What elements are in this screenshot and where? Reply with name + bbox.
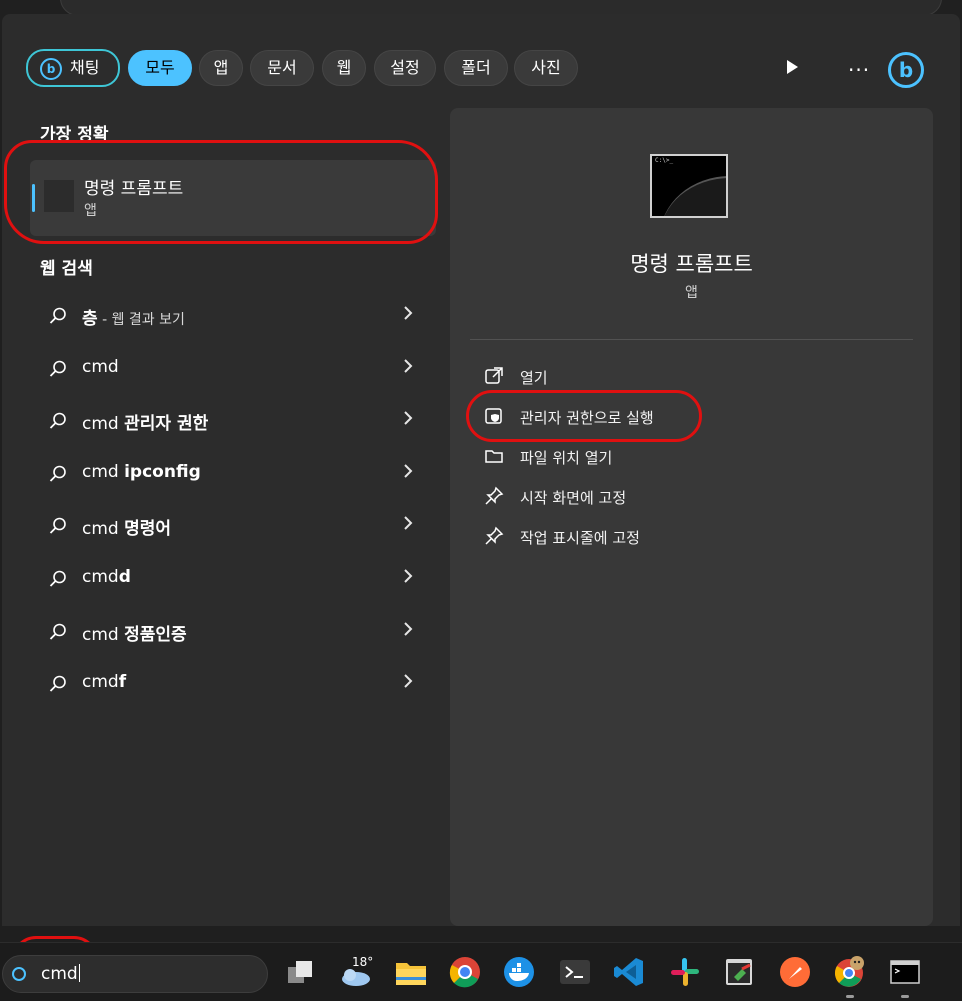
docker-icon[interactable] xyxy=(502,955,536,989)
search-icon xyxy=(48,516,68,540)
search-icon xyxy=(48,306,68,330)
more-options-icon[interactable]: ··· xyxy=(848,58,870,82)
chevron-right-icon xyxy=(402,410,414,431)
web-search-item[interactable]: cmd 정품인증 xyxy=(30,608,430,656)
annotation-run-as-admin xyxy=(466,390,702,442)
chip-all[interactable]: 모두 xyxy=(128,50,192,86)
chrome-profile-icon[interactable] xyxy=(832,955,866,989)
chrome-icon[interactable] xyxy=(448,955,482,989)
chip-folders[interactable]: 폴더 xyxy=(444,50,508,86)
web-search-item[interactable]: cmd ipconfig xyxy=(30,450,430,498)
weather-temperature: 18° xyxy=(352,955,374,969)
web-search-text: cmd xyxy=(82,356,119,377)
tool-icon[interactable] xyxy=(722,955,756,989)
web-search-item[interactable]: cmdf xyxy=(30,660,430,708)
web-search-text: cmd ipconfig xyxy=(82,461,201,482)
chevron-right-icon xyxy=(402,515,414,536)
bing-chat-icon: b xyxy=(40,58,62,80)
chip-settings[interactable]: 설정 xyxy=(374,50,436,86)
web-search-item[interactable]: 층 - 웹 결과 보기 xyxy=(30,292,430,340)
search-icon xyxy=(48,569,68,593)
detail-title: 명령 프롬프트 xyxy=(630,252,753,276)
chip-apps[interactable]: 앱 xyxy=(199,50,243,86)
chevron-right-icon xyxy=(402,305,414,326)
chip-documents[interactable]: 문서 xyxy=(250,50,314,86)
chip-web[interactable]: 웹 xyxy=(322,50,366,86)
web-search-item[interactable]: cmdd xyxy=(30,555,430,603)
cmd-icon[interactable] xyxy=(888,955,922,989)
search-icon xyxy=(48,411,68,435)
chevron-right-icon xyxy=(402,463,414,484)
divider xyxy=(470,339,913,340)
web-search-item[interactable]: cmd 명령어 xyxy=(30,502,430,550)
detail-subtitle: 앱 xyxy=(685,285,698,301)
chevron-right-icon xyxy=(402,673,414,694)
taskbar-search-box[interactable]: cmd xyxy=(2,955,268,993)
open-external-icon xyxy=(484,366,504,390)
taskbar: cmd 18° xyxy=(0,942,962,1001)
postman-icon[interactable] xyxy=(778,955,812,989)
slack-icon[interactable] xyxy=(668,955,702,989)
cmd-preview-icon: C:\>_ xyxy=(650,154,728,218)
chevron-right-icon xyxy=(402,568,414,589)
file-explorer-icon[interactable] xyxy=(394,955,428,989)
web-search-text: cmd 관리자 권한 xyxy=(82,414,209,435)
play-icon[interactable] xyxy=(784,58,800,81)
web-search-text: cmd 명령어 xyxy=(82,519,172,540)
search-input[interactable]: cmd xyxy=(41,964,80,984)
running-indicator xyxy=(901,995,909,998)
search-icon xyxy=(48,622,68,646)
detail-pane: C:\>_ 명령 프롬프트 앱 열기 관리자 권한으로 실행 파일 위치 열기 … xyxy=(450,108,933,926)
annotation-best-match xyxy=(4,140,438,244)
web-search-text: cmd 정품인증 xyxy=(82,624,187,645)
web-search-text: 층 - 웹 결과 보기 xyxy=(82,309,185,329)
search-icon xyxy=(11,966,27,986)
web-search-heading: 웹 검색 xyxy=(40,259,93,279)
vscode-icon[interactable] xyxy=(612,955,646,989)
search-icon xyxy=(48,359,68,383)
folder-icon xyxy=(484,446,504,470)
chip-photos[interactable]: 사진 xyxy=(514,50,578,86)
web-search-text: cmdd xyxy=(82,567,131,587)
task-view-icon[interactable] xyxy=(284,955,318,989)
running-indicator xyxy=(846,995,854,998)
search-icon xyxy=(48,674,68,698)
chevron-right-icon xyxy=(402,358,414,379)
chevron-right-icon xyxy=(402,621,414,642)
web-search-text: cmdf xyxy=(82,672,127,693)
terminal-icon[interactable] xyxy=(558,955,592,989)
search-icon xyxy=(48,464,68,488)
pin-icon xyxy=(484,486,504,510)
bing-icon[interactable]: b xyxy=(888,52,924,88)
web-search-item[interactable]: cmd xyxy=(30,345,430,393)
pin-icon xyxy=(484,526,504,550)
chip-chat[interactable]: b 채팅 xyxy=(26,49,120,87)
web-search-item[interactable]: cmd 관리자 권한 xyxy=(30,397,430,445)
